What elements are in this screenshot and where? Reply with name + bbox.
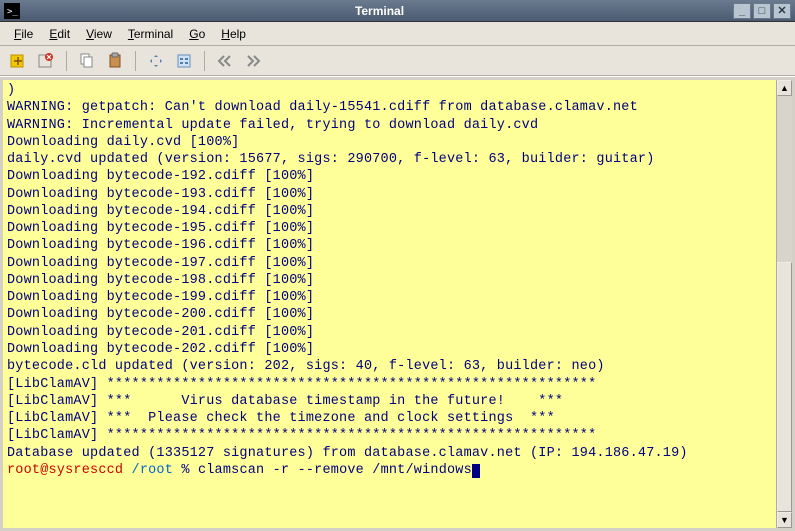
svg-text:>_: >_ — [7, 7, 18, 17]
minimize-button[interactable]: _ — [733, 3, 751, 19]
menu-go[interactable]: Go — [181, 25, 213, 43]
toolbar-separator — [66, 51, 67, 71]
window-controls: _ □ ✕ — [733, 3, 791, 19]
close-button[interactable]: ✕ — [773, 3, 791, 19]
next-tab-button[interactable] — [241, 49, 265, 73]
scroll-thumb[interactable] — [777, 262, 792, 512]
scrollbar[interactable]: ▲ ▼ — [776, 80, 792, 528]
toolbar — [0, 46, 795, 76]
prev-tab-button[interactable] — [213, 49, 237, 73]
menu-view[interactable]: View — [78, 25, 120, 43]
menu-edit[interactable]: Edit — [41, 25, 78, 43]
new-tab-button[interactable] — [6, 49, 30, 73]
terminal-viewport: ) WARNING: getpatch: Can't download dail… — [0, 76, 795, 531]
terminal-output[interactable]: ) WARNING: getpatch: Can't download dail… — [3, 80, 776, 528]
scroll-track[interactable] — [777, 96, 792, 512]
toolbar-separator — [204, 51, 205, 71]
close-tab-button[interactable] — [34, 49, 58, 73]
terminal-icon: >_ — [4, 3, 20, 19]
preferences-button[interactable] — [172, 49, 196, 73]
menu-help[interactable]: Help — [213, 25, 254, 43]
titlebar: >_ Terminal _ □ ✕ — [0, 0, 795, 22]
scroll-up-button[interactable]: ▲ — [777, 80, 792, 96]
maximize-button[interactable]: □ — [753, 3, 771, 19]
window-title: Terminal — [26, 4, 733, 18]
menubar: File Edit View Terminal Go Help — [0, 22, 795, 46]
menu-terminal[interactable]: Terminal — [120, 25, 181, 43]
menu-file[interactable]: File — [6, 25, 41, 43]
paste-button[interactable] — [103, 49, 127, 73]
toolbar-separator — [135, 51, 136, 71]
scroll-down-button[interactable]: ▼ — [777, 512, 792, 528]
cursor — [472, 464, 480, 478]
copy-button[interactable] — [75, 49, 99, 73]
fullscreen-button[interactable] — [144, 49, 168, 73]
